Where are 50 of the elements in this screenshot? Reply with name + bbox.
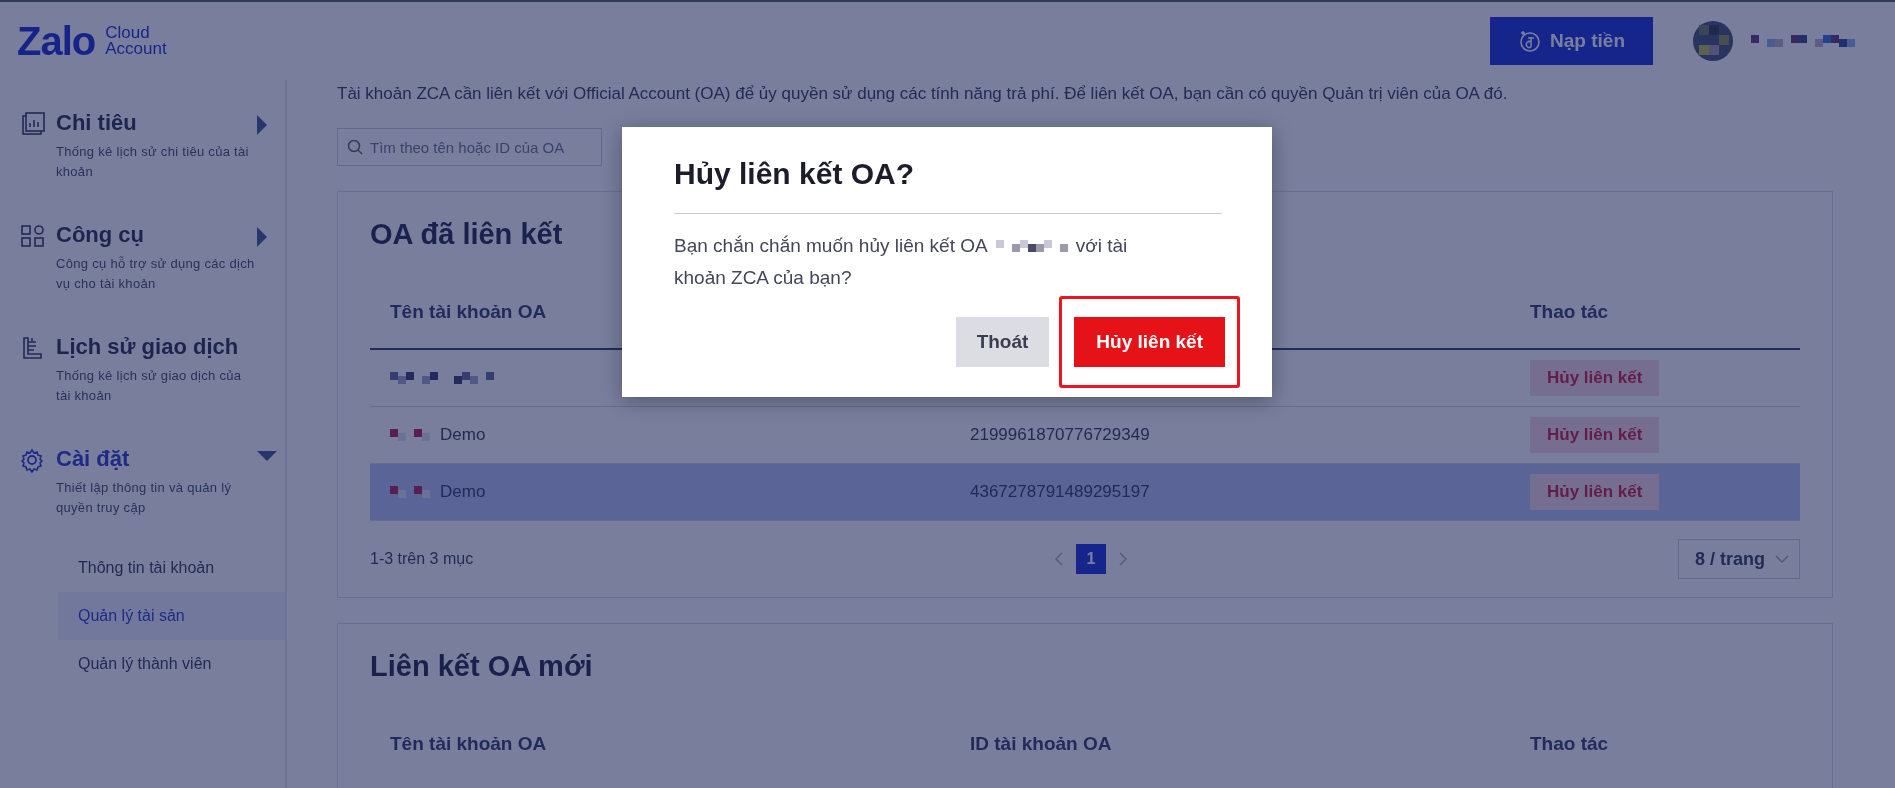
menu-title[interactable]: Lịch sử giao dịch [56,334,256,360]
logo-subtitle: Cloud Account [105,25,168,57]
dialog-message: với tài [1075,234,1128,258]
chevron-down-icon [1775,555,1789,563]
pagination-summary: 1-3 trên 3 mục [370,550,475,568]
search-icon [347,139,363,155]
settings-icon [20,448,46,474]
page-size-select[interactable]: 8 / trang [1678,539,1800,579]
submenu-item[interactable]: Quản lý thành viên [58,640,285,688]
caret-right-icon[interactable] [256,226,268,248]
menu-description: Thống kê lịch sử giao dịch của tài khoản [56,367,243,405]
oa-id: 2199961870776729349 [970,425,1150,445]
menu-title[interactable]: Cài đặt [56,446,256,472]
grid-icon [20,224,46,250]
submenu-item[interactable]: Quản lý tài sản [58,592,285,640]
column-header: Thao tác [1510,251,1800,350]
dialog-message: khoản ZCA của bạn? [674,266,852,290]
menu-title[interactable]: Chi tiêu [56,110,256,136]
oa-id: 4367278791489295197 [970,482,1150,502]
submenu-item[interactable]: Thông tin tài khoản [58,544,285,592]
oa-name: Demo [440,425,486,445]
pixelated-name [390,486,430,498]
dialog-title: Hủy liên kết OA? [674,157,1222,214]
intro-text: Tài khoản ZCA cần liên kết với Official Account (OA) để ủy quyền sử dụng các tính năng trả phí. Để liên kết OA, bạn cần có quyền Quản trị viên của OA đó. [337,84,1509,104]
coin-plus-icon [1518,30,1541,52]
column-header: ID tài khoản OA [969,732,1113,756]
menu-description: Công cụ hỗ trợ sử dụng các dịch vụ cho tài khoản [56,255,256,293]
caret-right-icon[interactable] [256,114,268,136]
logo-text: Zalo [17,18,96,64]
exit-button[interactable]: Thoát [955,317,1050,367]
page-button[interactable]: 1 [1076,544,1106,574]
next-page-icon[interactable] [1118,551,1128,567]
oa-name: Demo [440,482,486,502]
column-header: Tên tài khoản OA [389,732,548,756]
topup-button[interactable]: Nạp tiền [1490,17,1653,65]
column-header: Thao tác [1529,732,1610,756]
unlink-button[interactable]: Hủy liên kết [1530,360,1660,396]
unlink-button[interactable]: Hủy liên kết [1530,474,1660,510]
unlink-confirm-button[interactable]: Hủy liên kết [1074,317,1225,367]
search-field[interactable]: Tìm theo tên hoặc ID của OA [337,128,602,166]
unlink-button[interactable]: Hủy liên kết [1530,417,1660,453]
pixelated-name [390,429,430,441]
menu-description: Thiết lập thông tin và quản lý quyền truy cập [56,479,233,517]
menu-description: Thống kê lịch sử chi tiêu của tài khoản [56,143,250,181]
menu-title[interactable]: Công cụ [56,222,256,248]
card-title: OA đã liên kết [370,218,563,251]
previous-page-icon[interactable] [1054,551,1064,567]
card-title: Liên kết OA mới [370,650,593,683]
chart-document-icon [20,112,46,138]
caret-down-icon[interactable] [256,450,278,462]
